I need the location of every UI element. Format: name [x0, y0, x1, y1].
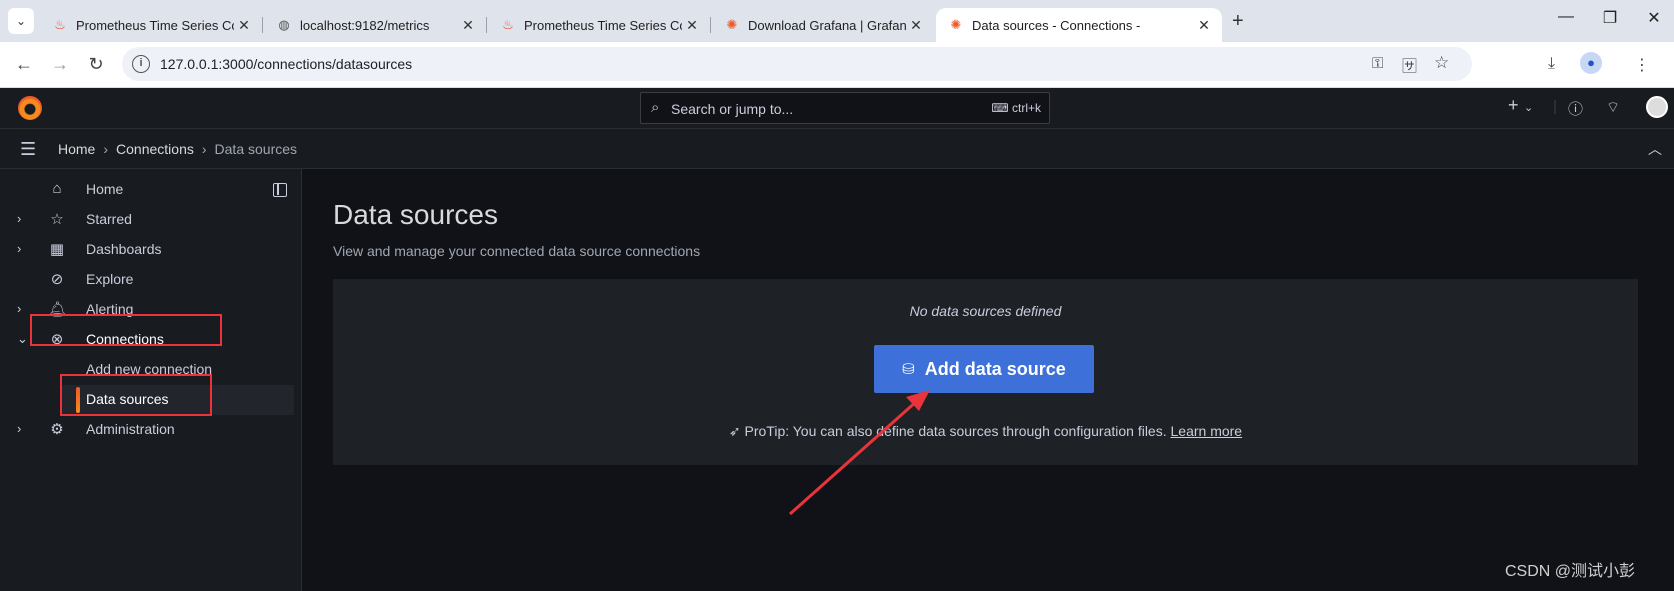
sidebar-item-label: Starred: [86, 211, 132, 227]
dashboards-icon: ▦: [49, 241, 65, 258]
profile-icon[interactable]: ●: [1580, 52, 1602, 74]
sidebar-item-label: Dashboards: [86, 241, 162, 257]
learn-more-link[interactable]: Learn more: [1171, 423, 1243, 439]
add-data-source-button[interactable]: ⛁ Add data source: [874, 345, 1094, 393]
avatar[interactable]: [1646, 96, 1668, 118]
protip: ➶ ProTip: You can also define data sourc…: [333, 423, 1638, 440]
globe-icon: ◍: [278, 17, 290, 32]
tab-search-button[interactable]: ⌄: [8, 8, 34, 34]
prometheus-icon: ♨: [54, 17, 66, 32]
browser-tab[interactable]: ✺ Download Grafana | Grafana ✕: [712, 8, 934, 42]
menu-toggle-icon[interactable]: ☰: [20, 139, 36, 160]
new-tab-icon[interactable]: +: [1232, 10, 1244, 33]
chevron-right-icon: ›: [201, 141, 207, 157]
chevron-right-icon[interactable]: ›: [17, 211, 21, 226]
rocket-icon: ➶: [728, 423, 745, 439]
page-title: Data sources: [333, 199, 498, 230]
tab-title: Data sources - Connections -: [972, 17, 1141, 33]
sidebar-item-dashboards[interactable]: › ▦ Dashboards: [0, 235, 300, 265]
sidebar-item-label: Home: [86, 181, 124, 197]
breadcrumb-home[interactable]: Home: [58, 141, 95, 157]
close-icon[interactable]: ✕: [906, 17, 926, 34]
sidebar-item-starred[interactable]: › ☆ Starred: [0, 205, 300, 235]
browser-tab-strip: ⌄ ♨ Prometheus Time Series Colle ✕ ◍ loc…: [0, 0, 1674, 42]
reload-icon[interactable]: ↻: [84, 54, 108, 75]
forward-icon[interactable]: →: [48, 54, 72, 75]
search-shortcut: ⌨ ctrl+k: [991, 101, 1041, 115]
grafana-top-bar: ⌕ Search or jump to... ⌨ ctrl+k + ⌄ | ⓘ …: [0, 88, 1674, 129]
sidebar: ⌂ Home › ☆ Starred › ▦ Dashboards ⊘ Expl…: [0, 169, 302, 591]
empty-message: No data sources defined: [909, 303, 1062, 319]
add-data-source-label: Add data source: [924, 358, 1066, 379]
close-icon[interactable]: ✕: [1194, 17, 1214, 34]
back-icon[interactable]: ←: [12, 54, 36, 75]
browser-tab-active[interactable]: ✺ Data sources - Connections - ✕: [936, 8, 1222, 42]
search-icon: ⌕: [651, 99, 660, 116]
breadcrumb-bar: ☰ Home › Connections › Data sources ︿: [0, 129, 1674, 169]
highlight-box-data-sources: [60, 374, 212, 416]
close-icon[interactable]: ✕: [458, 17, 478, 34]
divider: |: [1553, 98, 1557, 115]
tab-title: Prometheus Time Series Colle: [76, 17, 234, 33]
protip-text: ProTip: You can also define data sources…: [744, 423, 1167, 439]
watermark: CSDN @测试小彭: [1505, 563, 1636, 580]
grafana-icon: ✺: [950, 17, 962, 32]
prometheus-icon: ♨: [502, 17, 514, 32]
minimize-icon[interactable]: —: [1546, 8, 1586, 26]
compass-icon: ⊘: [50, 271, 64, 288]
search-input[interactable]: ⌕ Search or jump to... ⌨ ctrl+k: [640, 92, 1050, 124]
browser-toolbar: ← → ↻ i 127.0.0.1:3000/connections/datas…: [0, 42, 1674, 88]
page-subtitle: View and manage your connected data sour…: [333, 243, 701, 259]
star-icon: ☆: [50, 211, 64, 228]
chevron-right-icon[interactable]: ›: [17, 421, 21, 436]
chevron-right-icon[interactable]: ›: [17, 301, 21, 316]
chevron-down-icon[interactable]: ⌄: [1524, 101, 1533, 114]
main-content: Data sources View and manage your connec…: [303, 169, 1674, 591]
grafana-logo-icon[interactable]: [18, 96, 42, 120]
add-new-icon[interactable]: +: [1508, 95, 1519, 116]
chevron-down-icon[interactable]: ⌄: [17, 331, 28, 347]
highlight-box-connections: [30, 314, 222, 346]
sidebar-item-label: Explore: [86, 271, 134, 287]
close-icon[interactable]: ✕: [682, 17, 702, 34]
tab-title: localhost:9182/metrics: [300, 17, 430, 33]
download-icon[interactable]: ⤓: [1548, 55, 1555, 73]
news-feed-icon[interactable]: ⌔: [1606, 98, 1620, 117]
help-icon[interactable]: ⓘ: [1568, 98, 1583, 119]
tab-title: Prometheus Time Series Colle: [524, 17, 682, 33]
browser-tab[interactable]: ♨ Prometheus Time Series Colle ✕: [40, 8, 263, 42]
chevron-up-icon[interactable]: ︿: [1648, 139, 1662, 159]
empty-state-panel: No data sources defined ⛁ Add data sourc…: [333, 279, 1638, 465]
home-icon: ⌂: [52, 180, 62, 197]
site-info-icon[interactable]: i: [132, 55, 150, 73]
window-close-icon[interactable]: ✕: [1634, 8, 1674, 28]
more-menu-icon[interactable]: ⋮: [1634, 55, 1650, 75]
sidebar-item-label: Administration: [86, 421, 175, 437]
tab-title: Download Grafana | Grafana: [748, 17, 906, 33]
browser-tab[interactable]: ♨ Prometheus Time Series Colle ✕: [488, 8, 711, 42]
keyboard-icon: ⌨: [991, 101, 1012, 115]
sidebar-item-home[interactable]: ⌂ Home: [0, 175, 300, 205]
breadcrumb-data-sources: Data sources: [214, 141, 298, 157]
url-text[interactable]: 127.0.0.1:3000/connections/datasources: [160, 56, 412, 72]
gear-icon: ⚙: [50, 421, 64, 438]
chevron-right-icon: ›: [103, 141, 109, 157]
close-icon[interactable]: ✕: [234, 17, 254, 34]
grafana-icon: ✺: [726, 17, 738, 32]
chevron-right-icon[interactable]: ›: [17, 241, 21, 256]
browser-tab[interactable]: ◍ localhost:9182/metrics ✕: [264, 8, 487, 42]
breadcrumb: Home › Connections › Data sources: [58, 141, 297, 157]
address-bar[interactable]: i 127.0.0.1:3000/connections/datasources…: [122, 47, 1472, 81]
search-placeholder: Search or jump to...: [671, 101, 794, 117]
sidebar-item-administration[interactable]: › ⚙ Administration: [0, 415, 300, 445]
database-icon: ⛁: [902, 361, 915, 378]
translate-icon[interactable]: 🈂: [1402, 55, 1417, 76]
restore-icon[interactable]: ❐: [1590, 8, 1630, 28]
breadcrumb-connections[interactable]: Connections: [116, 141, 194, 157]
bookmark-star-icon[interactable]: ☆: [1434, 53, 1449, 73]
sidebar-item-explore[interactable]: ⊘ Explore: [0, 265, 300, 295]
password-key-icon[interactable]: ⚿: [1372, 55, 1383, 72]
